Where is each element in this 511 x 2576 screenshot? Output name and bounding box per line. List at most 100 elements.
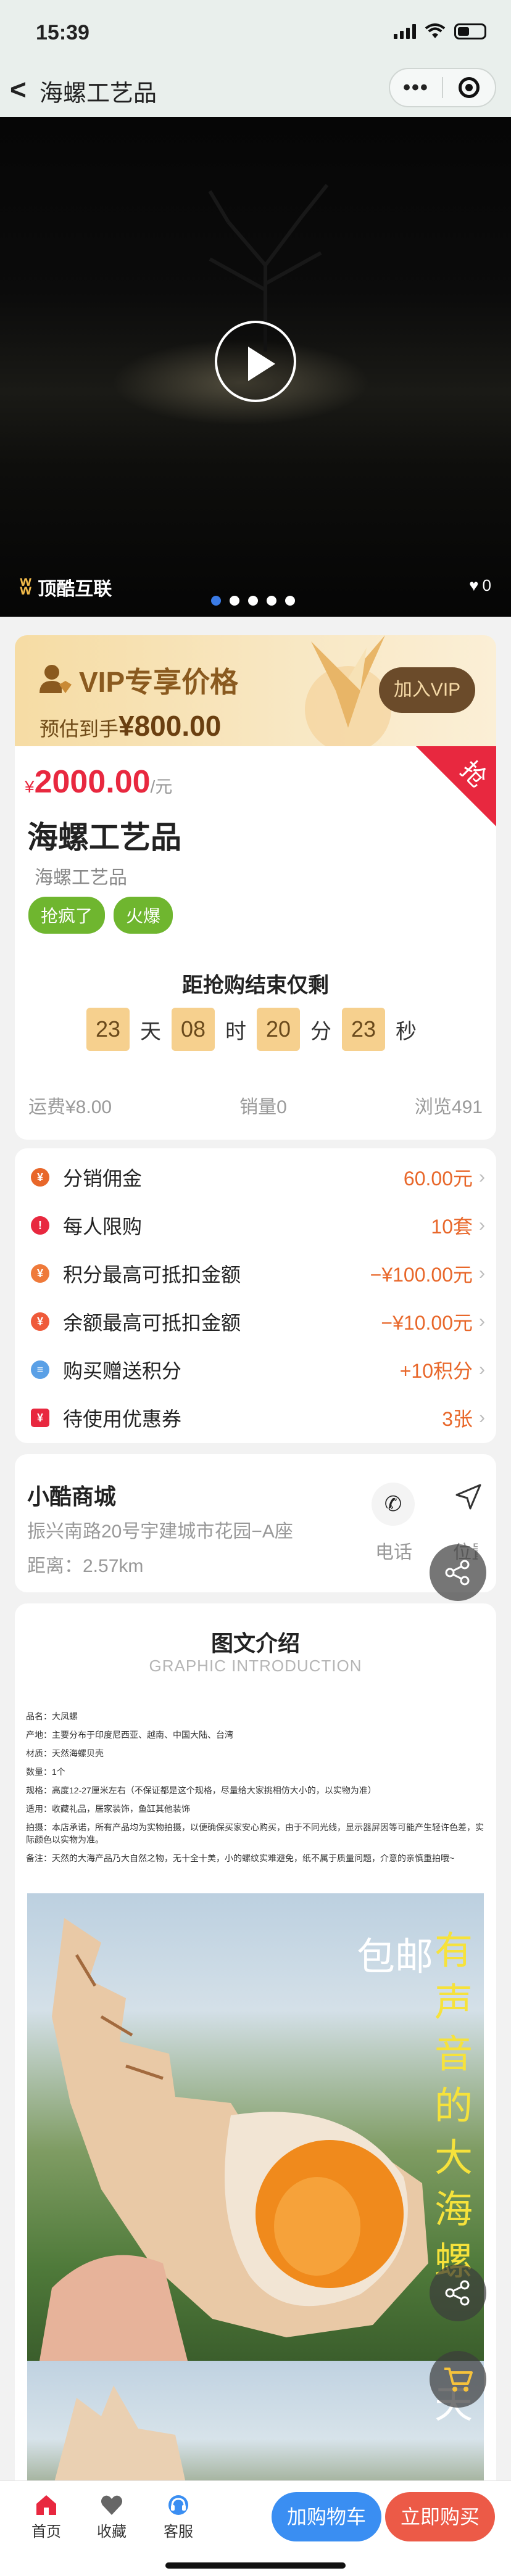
carousel-dot[interactable]: [267, 596, 276, 606]
benefit-row-balance-deduction[interactable]: ¥ 余额最高可抵扣金额 −¥10.00元 ›: [15, 1298, 496, 1346]
countdown-minutes: 20: [257, 1008, 300, 1051]
price-currency: ¥: [25, 777, 35, 796]
tab-label: 收藏: [97, 2524, 127, 2540]
benefit-row-limit[interactable]: ! 每人限购 10套 ›: [15, 1201, 496, 1249]
buy-now-button[interactable]: 立即购买: [385, 2492, 495, 2541]
vip-estimate: 预估到手¥800.00: [39, 709, 221, 743]
benefit-label: 积分最高可抵扣金额: [63, 1264, 241, 1286]
tab-customer-service[interactable]: 客服: [151, 2491, 206, 2541]
graphic-introduction: 图文介绍 GRAPHIC INTRODUCTION 品名：大凤螺 产地：主要分布…: [15, 1603, 496, 2492]
benefit-value: 3张: [442, 1408, 473, 1430]
like-counter[interactable]: ♥ 0: [469, 576, 491, 595]
carousel-dot[interactable]: [211, 596, 221, 606]
wifi-icon: [425, 23, 446, 38]
share-icon: [445, 2280, 470, 2306]
page-title: 海螺工艺品: [39, 81, 157, 107]
back-button[interactable]: <: [10, 73, 27, 106]
add-to-cart-button[interactable]: 加购物车: [272, 2492, 381, 2541]
benefit-value: −¥10.00元: [381, 1312, 473, 1334]
price-amount: 2000.00: [34, 764, 151, 800]
video-brand: ʬ 顶酷互联: [20, 574, 112, 601]
chevron-right-icon: ›: [479, 1215, 485, 1235]
tab-home[interactable]: 首页: [19, 2491, 74, 2541]
target-icon: [458, 77, 480, 98]
benefit-row-commission[interactable]: ¥ 分销佣金 60.00元 ›: [15, 1153, 496, 1201]
top-bar: 15:39 < 海螺工艺品 •••: [0, 0, 511, 117]
product-tags: 抢疯了 火爆: [28, 897, 173, 934]
spec-line: 适用：收藏礼品，居家装饰，鱼缸其他装饰: [26, 1804, 190, 1814]
more-button[interactable]: •••: [390, 76, 442, 100]
phone-icon[interactable]: ✆: [372, 1483, 415, 1526]
product-stats: 运费¥8.00 销量0 浏览491: [15, 1092, 496, 1119]
status-icons: [394, 23, 486, 39]
headset-icon: [151, 2491, 206, 2519]
spec-list: 品名：大凤螺 产地：主要分布于印度尼西亚、越南、中国大陆、台湾 材质：天然海螺贝…: [26, 1707, 485, 1867]
price-unit: /元: [150, 777, 173, 796]
play-button[interactable]: [215, 321, 296, 402]
view-count: 浏览491: [414, 1097, 483, 1117]
points-icon: ¥: [31, 1264, 49, 1283]
coupon-icon: ¥: [31, 1409, 49, 1427]
intro-title: 图文介绍: [210, 1631, 300, 1656]
heart-icon: [84, 2491, 139, 2519]
countdown-seconds: 23: [342, 1008, 385, 1051]
spec-line: 产地：主要分布于印度尼西亚、越南、中国大陆、台湾: [26, 1730, 233, 1740]
product-tag: 火爆: [114, 897, 173, 934]
tab-favorite[interactable]: 收藏: [84, 2491, 139, 2541]
vip-estimate-price: ¥800.00: [118, 710, 222, 742]
spec-line: 品名：大凤螺: [26, 1711, 78, 1721]
benefit-row-points-deduction[interactable]: ¥ 积分最高可抵扣金额 −¥100.00元 ›: [15, 1249, 496, 1298]
countdown-days: 23: [86, 1008, 130, 1051]
benefit-label: 每人限购: [63, 1216, 143, 1238]
countdown-hours-unit: 时: [225, 1019, 246, 1043]
spec-line: 拍摄：本店承诺，所有产品均为实物拍摄，以便确保买家安心购买，由于不同光线，显示器…: [26, 1822, 484, 1845]
bottom-action-bar: 首页 收藏 客服 加购物车 立即购买: [0, 2480, 511, 2576]
navigate-icon[interactable]: [454, 1483, 483, 1511]
home-icon: [19, 2491, 74, 2519]
benefit-value: −¥100.00元: [370, 1264, 473, 1286]
signal-icon: [394, 24, 416, 39]
product-photo[interactable]: 包邮 有声音的大海螺: [27, 1893, 484, 2361]
benefit-value: +10积分: [399, 1360, 473, 1382]
spec-line: 材质：天然海螺贝壳: [26, 1748, 104, 1758]
vip-user-icon: [39, 665, 72, 693]
phone-label[interactable]: 电话: [375, 1537, 412, 1564]
share-icon: [445, 1560, 470, 1586]
benefit-label: 待使用优惠券: [63, 1408, 182, 1430]
heart-icon: ♥: [469, 576, 479, 595]
conch-shell-illustration: [52, 2385, 188, 2492]
store-address: 振兴南路20号宇建城市花园−A座: [27, 1521, 293, 1542]
chevron-right-icon: ›: [479, 1407, 485, 1428]
benefit-label: 购买赠送积分: [63, 1360, 182, 1382]
cart-float-button[interactable]: [430, 2351, 486, 2408]
vip-banner: VIP专享价格 预估到手¥800.00 加入VIP: [15, 635, 496, 752]
carousel-dot[interactable]: [248, 596, 258, 606]
share-float-button[interactable]: [430, 1544, 486, 1601]
product-video[interactable]: ʬ 顶酷互联 ♥ 0: [0, 117, 511, 617]
carousel-dot[interactable]: [230, 596, 239, 606]
product-title: 海螺工艺品: [27, 820, 181, 855]
share-float-button[interactable]: [430, 2265, 486, 2321]
intro-subtitle: GRAPHIC INTRODUCTION: [149, 1656, 362, 1675]
chevron-right-icon: ›: [479, 1311, 485, 1331]
countdown-minutes-unit: 分: [310, 1019, 331, 1043]
carousel-dots: [211, 596, 295, 606]
chevron-right-icon: ›: [479, 1263, 485, 1283]
product-photo[interactable]: 天: [27, 2361, 484, 2492]
store-distance: 距离：2.57km: [27, 1556, 144, 1576]
countdown-label: 距抢购结束仅剩: [182, 974, 329, 997]
benefit-row-coupons[interactable]: ¥ 待使用优惠券 3张 ›: [15, 1394, 496, 1442]
mini-program-capsule: •••: [389, 68, 496, 107]
join-vip-button[interactable]: 加入VIP: [379, 667, 475, 713]
brand-name: 顶酷互联: [38, 579, 112, 599]
tab-label: 客服: [164, 2524, 193, 2540]
brand-logo-icon: ʬ: [20, 574, 32, 599]
benefit-row-bonus-points[interactable]: ≡ 购买赠送积分 +10积分 ›: [15, 1346, 496, 1394]
close-miniprogram-button[interactable]: [443, 77, 495, 98]
wallet-icon: ¥: [31, 1312, 49, 1331]
benefit-label: 余额最高可抵扣金额: [63, 1312, 241, 1334]
carousel-dot[interactable]: [285, 596, 295, 606]
benefit-value: 10套: [431, 1216, 473, 1238]
limit-icon: !: [31, 1216, 49, 1235]
product-subtitle: 海螺工艺品: [35, 868, 127, 888]
